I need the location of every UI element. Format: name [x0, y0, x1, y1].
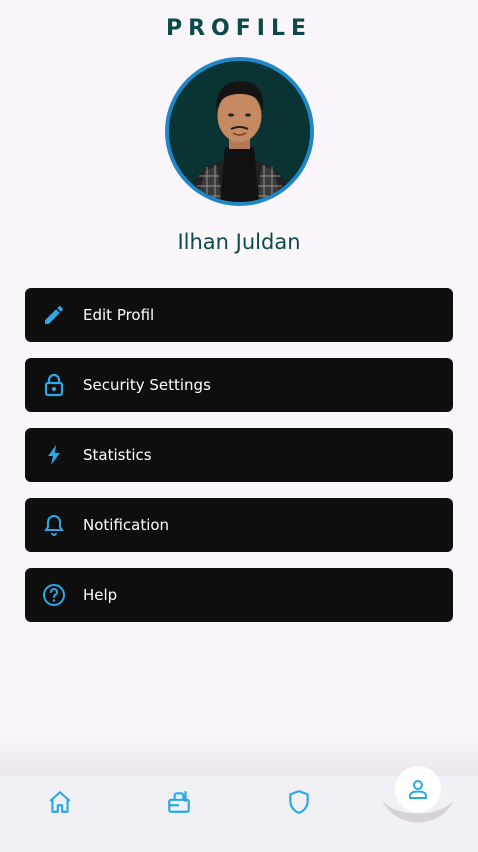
- edit-profile-button[interactable]: Edit Profil: [25, 288, 453, 342]
- nav-home[interactable]: [45, 787, 75, 817]
- security-settings-button[interactable]: Security Settings: [25, 358, 453, 412]
- help-circle-icon: [42, 583, 66, 607]
- profile-menu: Edit Profil Security Settings Statistics…: [25, 288, 453, 638]
- nav-security[interactable]: [284, 787, 314, 817]
- menu-item-label: Help: [83, 586, 118, 604]
- menu-item-label: Edit Profil: [83, 306, 155, 324]
- menu-item-label: Security Settings: [83, 376, 211, 394]
- avatar[interactable]: [165, 57, 314, 206]
- nav-shop[interactable]: [164, 787, 194, 817]
- notification-button[interactable]: Notification: [25, 498, 453, 552]
- bell-icon: [42, 513, 66, 537]
- home-icon: [47, 789, 73, 815]
- user-photo: [169, 61, 310, 202]
- shopping-bag-icon: [166, 789, 192, 815]
- menu-item-label: Notification: [83, 516, 170, 534]
- statistics-button[interactable]: Statistics: [25, 428, 453, 482]
- lock-icon: [42, 373, 66, 397]
- person-icon: [406, 777, 430, 801]
- shield-icon: [286, 789, 312, 815]
- help-button[interactable]: Help: [25, 568, 453, 622]
- user-name: Ilhan Juldan: [177, 230, 301, 254]
- page-title: PROFILE: [165, 16, 313, 41]
- profile-screen: PROFILE Ilhan Juldan Edit Profil Securit…: [0, 0, 478, 852]
- pencil-icon: [42, 303, 66, 327]
- lightning-icon: [42, 443, 66, 467]
- menu-item-label: Statistics: [83, 446, 152, 464]
- nav-profile[interactable]: [395, 766, 441, 812]
